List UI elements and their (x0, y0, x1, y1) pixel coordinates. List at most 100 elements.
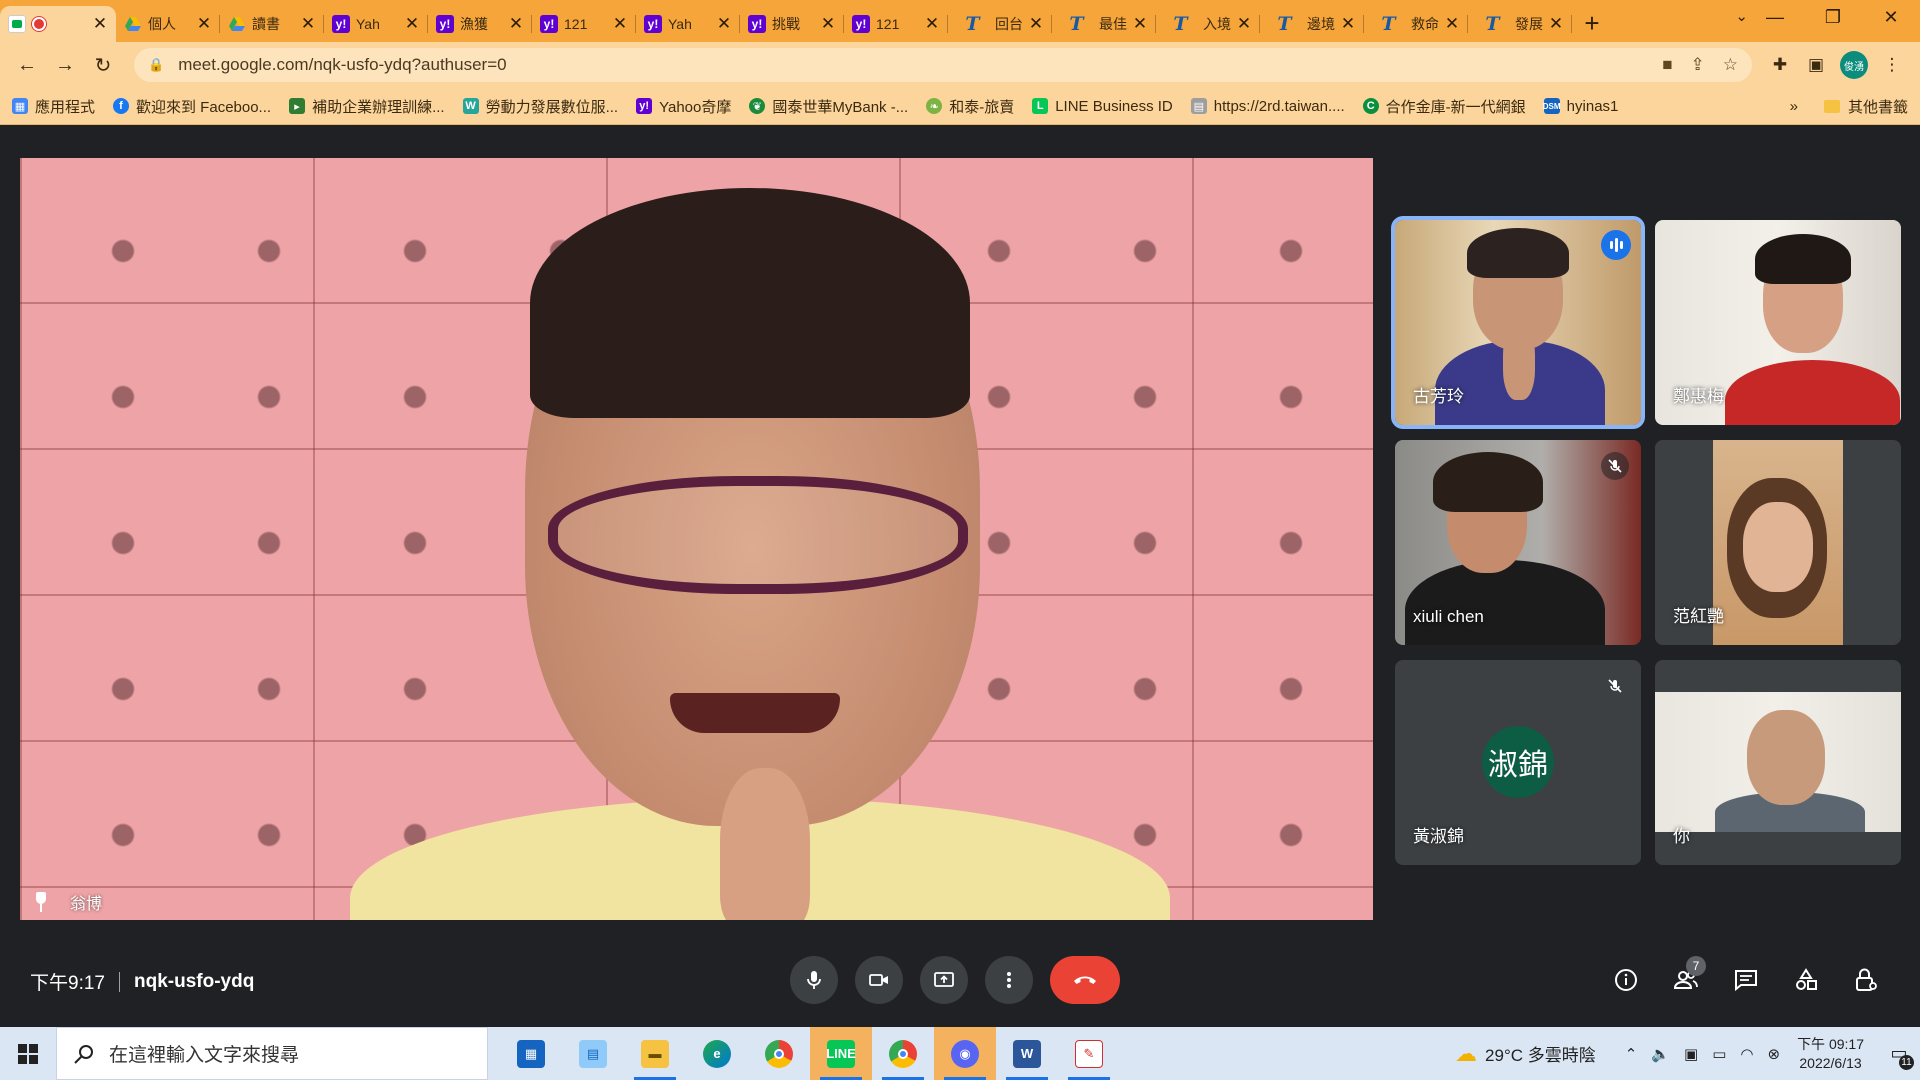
taskbar-app-chrome-profile[interactable] (872, 1027, 934, 1080)
share-icon[interactable]: ⇪ (1691, 55, 1705, 75)
restore-button[interactable]: ❐ (1804, 0, 1862, 34)
bookmark-item[interactable]: ▦ 應用程式 (12, 96, 95, 117)
bookmark-item[interactable]: C 合作金庫-新一代網銀 (1362, 96, 1526, 117)
url-text[interactable]: meet.google.com/nqk-usfo-ydq?authuser=0 (178, 55, 1644, 75)
bookmark-item[interactable]: L LINE Business ID (1032, 98, 1173, 115)
participant-tile[interactable]: 范紅艷 (1655, 440, 1901, 645)
profile-avatar[interactable]: 俊湧 (1840, 51, 1868, 79)
taskbar-app-acrobat[interactable]: ✎ (1058, 1027, 1120, 1080)
close-icon[interactable]: ✕ (1548, 14, 1564, 34)
participant-tile[interactable]: 鄭惠梅 (1655, 220, 1901, 425)
tab[interactable]: T 回台 ✕ (948, 6, 1052, 42)
close-window-button[interactable]: ✕ (1862, 0, 1920, 34)
close-icon[interactable]: ✕ (300, 14, 316, 34)
main-speaker-video[interactable]: 翁博 (20, 158, 1373, 920)
close-icon[interactable]: ✕ (1132, 14, 1148, 34)
participant-tile[interactable]: 淑錦 黃淑錦 (1395, 660, 1641, 865)
other-bookmarks-button[interactable]: 其他書籤 (1848, 96, 1908, 117)
close-icon[interactable]: ✕ (404, 14, 420, 34)
bookmark-item[interactable]: ▸ 補助企業辦理訓練... (289, 96, 445, 117)
bookmark-item[interactable]: ❦ 國泰世華MyBank -... (749, 96, 908, 117)
webcam-in-use-icon[interactable]: ▣ (1684, 1045, 1698, 1063)
tab[interactable]: y! 漁獲 ✕ (428, 6, 532, 42)
tab[interactable]: y! Yah ✕ (324, 6, 428, 42)
close-icon[interactable]: ✕ (612, 14, 628, 34)
battery-icon[interactable]: ▭ (1712, 1045, 1726, 1063)
tab-meet[interactable]: ✕ (0, 6, 116, 42)
forward-arrow-icon[interactable]: → (48, 54, 82, 77)
close-icon[interactable]: ✕ (196, 14, 212, 34)
taskbar-app-edge[interactable]: e (686, 1027, 748, 1080)
camera-button[interactable] (855, 956, 903, 1004)
taskbar-search-box[interactable]: 在這裡輸入文字來搜尋 (56, 1027, 488, 1080)
bookmark-item[interactable]: f 歡迎來到 Faceboo... (113, 96, 271, 117)
taskbar-app-file-explorer[interactable]: ▬ (624, 1027, 686, 1080)
tab[interactable]: y! 挑戰 ✕ (740, 6, 844, 42)
volume-icon[interactable]: 🔈 (1651, 1045, 1670, 1063)
taskbar-clock[interactable]: 下午 09:17 2022/6/13 (1797, 1035, 1864, 1073)
people-button[interactable]: 7 (1662, 956, 1710, 1004)
notification-center-button[interactable]: ▭ 11 (1878, 1027, 1920, 1080)
camera-in-use-icon[interactable]: ■ (1662, 55, 1672, 75)
taskbar-app-line[interactable]: LINE (810, 1027, 872, 1080)
bookmark-item[interactable]: W 勞動力發展數位服... (462, 96, 618, 117)
address-bar[interactable]: 🔒 meet.google.com/nqk-usfo-ydq?authuser=… (134, 48, 1752, 82)
chat-icon (1735, 970, 1757, 992)
self-view-tile[interactable]: 你 (1655, 660, 1901, 865)
tab[interactable]: T 邊境 ✕ (1260, 6, 1364, 42)
back-arrow-icon[interactable]: ← (10, 54, 44, 77)
microphone-button[interactable] (790, 956, 838, 1004)
close-icon[interactable]: ✕ (1028, 14, 1044, 34)
side-panel-icon[interactable]: ▣ (1798, 55, 1834, 75)
participant-tile[interactable]: 古芳玲 (1395, 220, 1641, 425)
weather-widget[interactable]: ☁ 29°C 多雲時陰 (1455, 1041, 1596, 1067)
tab[interactable]: y! 121 ✕ (532, 6, 636, 42)
taskbar-app-explorer-alt[interactable]: ▤ (562, 1027, 624, 1080)
participant-tile[interactable]: xiuli chen (1395, 440, 1641, 645)
close-icon[interactable]: ✕ (820, 14, 836, 34)
taskbar-app-store[interactable]: ▦ (500, 1027, 562, 1080)
more-options-button[interactable] (985, 956, 1033, 1004)
lock-icon[interactable]: 🔒 (148, 57, 164, 73)
bookmark-item[interactable]: DSM hyinas1 (1543, 98, 1619, 115)
tab[interactable]: 讀書 ✕ (220, 6, 324, 42)
leave-call-button[interactable] (1050, 956, 1120, 1004)
host-controls-button[interactable] (1842, 956, 1890, 1004)
reload-icon[interactable]: ↻ (86, 53, 120, 78)
close-icon[interactable]: ✕ (1340, 14, 1356, 34)
show-hidden-icons-chevron-icon[interactable]: ⌃ (1625, 1045, 1638, 1063)
close-icon[interactable]: ✕ (1444, 14, 1460, 34)
chat-button[interactable] (1722, 956, 1770, 1004)
bookmark-item[interactable]: ▤ https://2rd.taiwan.... (1190, 98, 1345, 115)
tab[interactable]: T 救命 ✕ (1364, 6, 1468, 42)
tab[interactable]: 個人 ✕ (116, 6, 220, 42)
present-screen-button[interactable] (920, 956, 968, 1004)
wifi-icon[interactable]: ◠ (1740, 1045, 1753, 1063)
minimize-button[interactable]: — (1746, 0, 1804, 34)
menu-kebab-icon[interactable]: ⋮ (1874, 55, 1910, 75)
taskbar-app-chrome[interactable] (748, 1027, 810, 1080)
network-disconnected-icon[interactable]: ⊗ (1767, 1045, 1780, 1063)
bookmarks-more-button[interactable]: » (1790, 98, 1798, 115)
taskbar-app-word[interactable]: W (996, 1027, 1058, 1080)
close-icon[interactable]: ✕ (92, 14, 108, 34)
tab[interactable]: y! Yah ✕ (636, 6, 740, 42)
pin-icon[interactable] (34, 892, 48, 912)
tab[interactable]: T 最佳 ✕ (1052, 6, 1156, 42)
extensions-puzzle-icon[interactable]: ✚ (1762, 55, 1798, 75)
meeting-details-button[interactable] (1602, 956, 1650, 1004)
bookmark-item[interactable]: ❧ 和泰-旅賣 (926, 96, 1014, 117)
tab[interactable]: T 入境 ✕ (1156, 6, 1260, 42)
close-icon[interactable]: ✕ (508, 14, 524, 34)
close-icon[interactable]: ✕ (716, 14, 732, 34)
tab[interactable]: y! 121 ✕ (844, 6, 948, 42)
taskbar-app-discord[interactable]: ◉ (934, 1027, 996, 1080)
windows-start-button[interactable] (0, 1027, 56, 1080)
bookmark-item[interactable]: y! Yahoo奇摩 (636, 96, 731, 117)
tab[interactable]: T 發展 ✕ (1468, 6, 1572, 42)
activities-button[interactable] (1782, 956, 1830, 1004)
close-icon[interactable]: ✕ (1236, 14, 1252, 34)
bookmark-star-icon[interactable]: ☆ (1723, 55, 1738, 75)
new-tab-button[interactable]: + (1572, 6, 1612, 42)
close-icon[interactable]: ✕ (924, 14, 940, 34)
